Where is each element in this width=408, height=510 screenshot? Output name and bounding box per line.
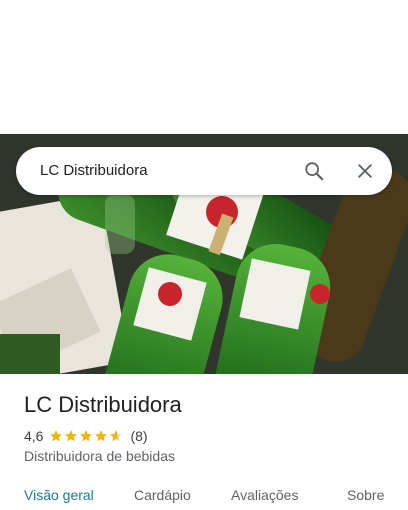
close-icon (358, 164, 372, 178)
tab-menu[interactable]: Cardápio (134, 487, 191, 503)
star-icon (110, 430, 123, 442)
rating-value: 4,6 (24, 428, 44, 444)
star-icon (80, 430, 93, 442)
place-category[interactable]: Distribuidora de bebidas (24, 448, 175, 464)
tab-overview[interactable]: Visão geral (24, 487, 94, 503)
place-title: LC Distribuidora (24, 392, 182, 417)
review-count[interactable]: (8) (130, 428, 147, 444)
search-bar[interactable]: LC Distribuidora (16, 147, 392, 195)
place-tabs: Visão geral Cardápio Avaliações Sobre (0, 478, 408, 510)
star-icon (65, 430, 78, 442)
rating-stars (49, 429, 124, 443)
rating-row[interactable]: 4,6 (8) (24, 427, 148, 445)
search-icon (305, 162, 324, 181)
close-button[interactable] (349, 155, 381, 187)
search-input[interactable]: LC Distribuidora (40, 147, 148, 195)
tab-about[interactable]: Sobre (347, 487, 384, 503)
star-icon (50, 430, 63, 442)
star-icon (95, 430, 108, 442)
search-button[interactable] (298, 155, 330, 187)
tab-reviews[interactable]: Avaliações (231, 487, 298, 503)
